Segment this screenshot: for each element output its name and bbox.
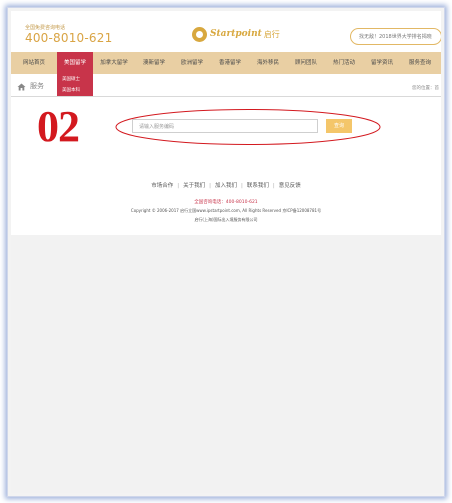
footer-link-about[interactable]: 关于我们 [183,181,205,189]
footer-separator: | [209,183,211,189]
footer-link-contact[interactable]: 联系我们 [247,181,269,189]
footer-separator: | [177,183,180,189]
service-code-placeholder: 请输入服务编码 [139,124,175,130]
footer-link-join[interactable]: 加入我们 [215,181,237,189]
query-button[interactable]: 查询 [326,119,352,133]
dropdown-item-undergrad[interactable]: 美国本科 [57,85,93,96]
footer-link-cooperation[interactable]: 市场合作 [151,181,173,189]
nav-item-home[interactable]: 网站首页 [11,52,57,74]
footer-copyright: Copyright © 2006-2017 启行立国www.ipstartpoi… [130,208,322,213]
site-search-input[interactable]: 找无敌！2018世界大学排名揭晓 [350,28,441,45]
divider [11,96,441,97]
service-code-input[interactable]: 请输入服务编码 [132,119,318,133]
footer-separator: | [272,183,275,189]
page-title: 服务 [30,82,44,90]
nav-item-immigration[interactable]: 海外移民 [249,52,287,74]
step-number-annotation: 02 [37,102,80,151]
nav-item-australia-nz[interactable]: 澳新留学 [135,52,173,74]
footer-link-feedback[interactable]: 意见反馈 [279,181,301,189]
nav-item-hongkong[interactable]: 香港留学 [211,52,249,74]
main-nav: 网站首页 美国留学 加拿大留学 澳新留学 欧洲留学 香港留学 海外移民 顾问团队… [11,52,441,74]
nav-item-events[interactable]: 热门活动 [325,52,363,74]
footer-hotline: 全国咨询电话：400-8010-621 [194,200,258,205]
nav-item-canada[interactable]: 加拿大留学 [93,52,135,74]
breadcrumb: 您的位置：首 [412,86,439,91]
web-page: 全国免费咨询电话 400-8010-621 Startpoint 启行 找无敌！… [11,11,441,493]
footer-separator: | [241,183,243,189]
nav-item-usa[interactable]: 美国留学 [57,52,93,74]
hotline-caption: 全国免费咨询电话 [25,25,66,31]
nav-item-europe[interactable]: 欧洲留学 [173,52,211,74]
logo-mark-icon [192,26,207,42]
nav-item-news[interactable]: 留学资讯 [363,52,401,74]
logo-text: Startpoint [210,29,262,39]
site-logo[interactable]: Startpoint 启行 [192,23,280,45]
footer-company: 启行(上海)国际出入境服务有限公司 [194,217,258,222]
footer-links: 市场合作 | 关于我们 | 加入我们 | 联系我们 | 意见反馈 [11,181,441,189]
site-search-placeholder: 找无敌！2018世界大学排名揭晓 [359,34,432,40]
home-icon [17,83,26,91]
screenshot-frame: 全国免费咨询电话 400-8010-621 Startpoint 启行 找无敌！… [7,7,445,497]
logo-cn-text: 启行 [263,29,280,39]
nav-item-consultants[interactable]: 顾问团队 [287,52,325,74]
nav-dropdown-usa: 美国硕士 美国本科 [57,74,93,96]
dropdown-item-master[interactable]: 美国硕士 [57,74,93,85]
nav-item-service-query[interactable]: 服务查询 [401,52,439,74]
hotline-number: 400-8010-621 [25,31,113,45]
